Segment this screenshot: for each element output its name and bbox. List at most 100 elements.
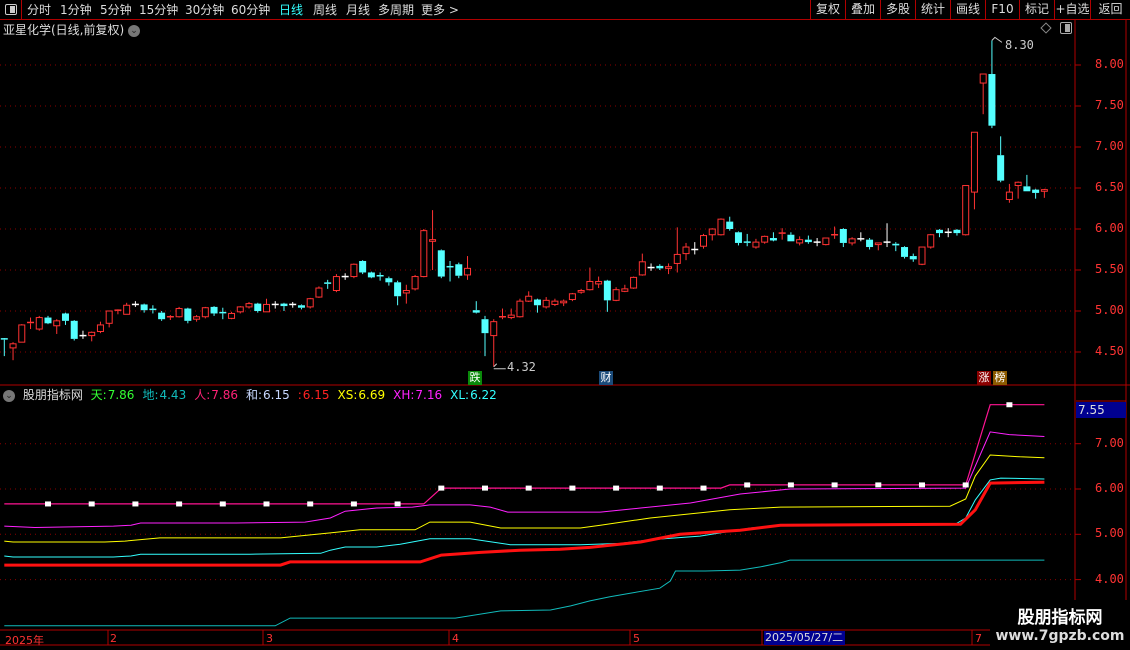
indicator-axis-label: 5.00 bbox=[1095, 526, 1124, 541]
candle-body bbox=[88, 331, 96, 337]
stock-title: 亚星化学(日线,前复权) bbox=[3, 23, 125, 37]
candle-body bbox=[839, 229, 847, 243]
chart-canvas[interactable] bbox=[0, 0, 1130, 650]
legend-item: XS:6.69 bbox=[338, 388, 390, 402]
candle-body bbox=[228, 312, 236, 319]
legend-value: 6.22 bbox=[470, 388, 497, 402]
legend-value: 6.15 bbox=[263, 388, 290, 402]
signal-marker bbox=[744, 482, 751, 488]
period-tab[interactable]: 周线 bbox=[313, 1, 337, 18]
candle-body bbox=[490, 321, 498, 337]
period-tab[interactable]: 5分钟 bbox=[100, 1, 132, 18]
date-label: 2 bbox=[110, 632, 117, 645]
candle-body bbox=[472, 310, 480, 313]
signal-marker bbox=[1006, 402, 1013, 408]
period-tab[interactable]: 15分钟 bbox=[139, 1, 178, 18]
candle-body bbox=[402, 290, 410, 294]
price-axis-label: 7.00 bbox=[1095, 139, 1124, 153]
candle-body bbox=[306, 298, 314, 308]
signal-marker bbox=[875, 482, 882, 488]
signal-marker bbox=[482, 485, 488, 491]
toolbar-button[interactable]: 返回 bbox=[1090, 0, 1130, 20]
legend-item: XL:6.22 bbox=[450, 388, 501, 402]
badge-limit-up[interactable]: 涨 bbox=[977, 371, 991, 385]
candle-body bbox=[533, 299, 541, 306]
period-tab[interactable]: 30分钟 bbox=[185, 1, 224, 18]
badge-drop[interactable]: 跌 bbox=[468, 371, 482, 385]
toolbar-button[interactable]: 多股 bbox=[880, 0, 915, 20]
legend-label: 和: bbox=[245, 388, 263, 402]
candle-body bbox=[359, 260, 367, 273]
candle-body bbox=[61, 313, 69, 321]
candle-body bbox=[1005, 191, 1013, 200]
candle-body bbox=[184, 308, 192, 321]
candle-body bbox=[394, 282, 402, 297]
candle-body bbox=[822, 237, 830, 246]
candle-body bbox=[568, 293, 576, 301]
candle-body bbox=[105, 310, 113, 324]
period-tab[interactable]: 60分钟 bbox=[231, 1, 270, 18]
signal-marker bbox=[962, 482, 969, 488]
candle-body bbox=[332, 276, 340, 291]
toolbar-button[interactable]: 标记 bbox=[1019, 0, 1054, 20]
candle-body bbox=[866, 239, 874, 248]
candle-body bbox=[700, 235, 707, 247]
indicator-name: 股朋指标网 bbox=[22, 388, 83, 402]
panel-icon[interactable] bbox=[1060, 22, 1072, 34]
chevron-down-icon[interactable]: ⌄ bbox=[3, 389, 15, 402]
toolbar-button[interactable]: +自选 bbox=[1054, 0, 1090, 20]
badge-list[interactable]: 榜 bbox=[993, 371, 1007, 385]
price-axis-label: 7.50 bbox=[1095, 98, 1124, 112]
candle-body bbox=[595, 280, 603, 285]
candle-body bbox=[158, 312, 166, 320]
candle-body bbox=[804, 239, 812, 243]
price-axis-label: 5.50 bbox=[1095, 262, 1124, 276]
panel-toggle-button[interactable] bbox=[0, 0, 22, 20]
badge-finance[interactable]: 财 bbox=[599, 371, 613, 385]
period-tab[interactable]: 1分钟 bbox=[60, 1, 92, 18]
toolbar-button[interactable]: F10 bbox=[985, 0, 1019, 20]
candle-body bbox=[193, 316, 201, 320]
candle-body bbox=[927, 234, 935, 248]
price-axis-label: 8.00 bbox=[1095, 57, 1124, 71]
candle-body bbox=[350, 263, 358, 278]
period-tab[interactable]: 多周期 bbox=[378, 1, 414, 18]
candle-body bbox=[708, 228, 716, 236]
date-label: 3 bbox=[266, 632, 273, 645]
candle-body bbox=[734, 232, 742, 243]
candle-body bbox=[245, 303, 253, 308]
signal-marker bbox=[656, 485, 663, 491]
toolbar-button[interactable]: 复权 bbox=[810, 0, 845, 20]
candle-body bbox=[280, 303, 288, 307]
toolbar-button[interactable]: 叠加 bbox=[845, 0, 880, 20]
period-tab[interactable]: 月线 bbox=[346, 1, 370, 18]
period-tab[interactable]: 更多 > bbox=[421, 1, 459, 18]
candle-body bbox=[665, 266, 673, 269]
candle-body bbox=[717, 218, 725, 236]
price-axis-label: 4.50 bbox=[1095, 344, 1124, 358]
candle-body bbox=[542, 299, 550, 308]
candle-body bbox=[1032, 189, 1040, 193]
toolbar-button[interactable]: 统计 bbox=[915, 0, 950, 20]
indicator-line-地 bbox=[4, 559, 1045, 627]
candle-body bbox=[892, 243, 900, 246]
legend-label: XS: bbox=[337, 388, 358, 402]
chevron-down-icon[interactable]: ⌄ bbox=[128, 24, 141, 37]
candle-body bbox=[315, 287, 323, 298]
candle-body bbox=[997, 155, 1005, 181]
price-axis-label: 6.00 bbox=[1095, 221, 1124, 235]
legend-item: 和:6.15 bbox=[246, 388, 294, 402]
candle-body bbox=[612, 289, 620, 301]
candle-body bbox=[979, 73, 987, 84]
period-tab[interactable]: 分时 bbox=[27, 1, 51, 18]
legend-item: 人:7.86 bbox=[194, 388, 242, 402]
indicator-line-XL bbox=[4, 477, 1045, 558]
candle-body bbox=[874, 242, 882, 246]
indicator-axis-label: 7.00 bbox=[1095, 435, 1124, 450]
high-arrow bbox=[991, 36, 1003, 43]
candle-body bbox=[673, 253, 681, 264]
legend-value: 7.86 bbox=[107, 388, 135, 402]
signal-marker bbox=[45, 501, 51, 507]
toolbar-button[interactable]: 画线 bbox=[950, 0, 985, 20]
period-tab[interactable]: 日线 bbox=[279, 1, 303, 18]
